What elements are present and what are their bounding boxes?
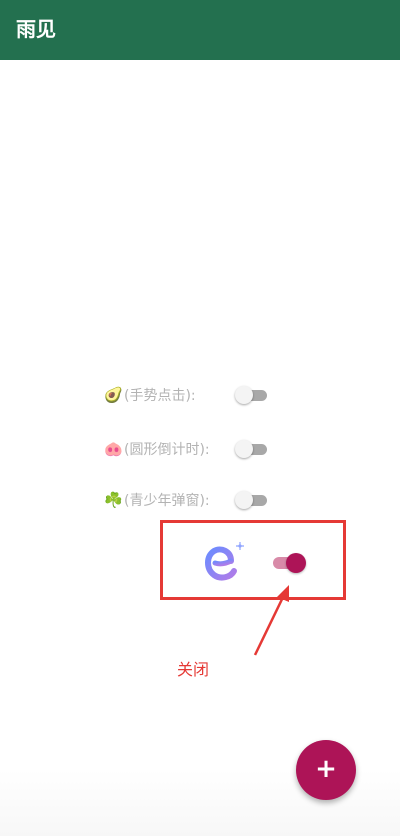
setting-label: (圆形倒计时): — [124, 442, 210, 458]
feature-toggle-on[interactable] — [270, 551, 310, 575]
circular-countdown-toggle[interactable] — [235, 439, 269, 459]
app-logo-icon — [205, 542, 244, 581]
setting-label: (手势点击): — [124, 388, 196, 404]
toggle-thumb — [235, 440, 253, 458]
toggle-thumb — [235, 386, 253, 404]
app-bar: 雨见 — [0, 0, 400, 60]
teen-popup-toggle[interactable] — [235, 490, 269, 510]
setting-row-gesture-click: 🥑 (手势点击): — [104, 383, 284, 411]
toggle-thumb — [286, 553, 306, 573]
setting-label: (青少年弹窗): — [124, 493, 210, 509]
toggle-thumb — [235, 491, 253, 509]
pig-icon: 🐽 — [104, 440, 123, 458]
clover-icon: ☘️ — [104, 491, 123, 509]
setting-row-circular-countdown: 🐽 (圆形倒计时): — [104, 437, 284, 465]
gesture-click-toggle[interactable] — [235, 385, 269, 405]
add-fab-button[interactable]: + — [296, 740, 356, 800]
avocado-icon: 🥑 — [104, 386, 123, 404]
plus-icon: + — [315, 754, 337, 784]
app-title: 雨见 — [16, 17, 56, 41]
setting-row-teen-popup: ☘️ (青少年弹窗): — [104, 488, 284, 516]
annotation-label: 关闭 — [177, 660, 210, 679]
annotation-arrow-icon — [253, 585, 289, 656]
